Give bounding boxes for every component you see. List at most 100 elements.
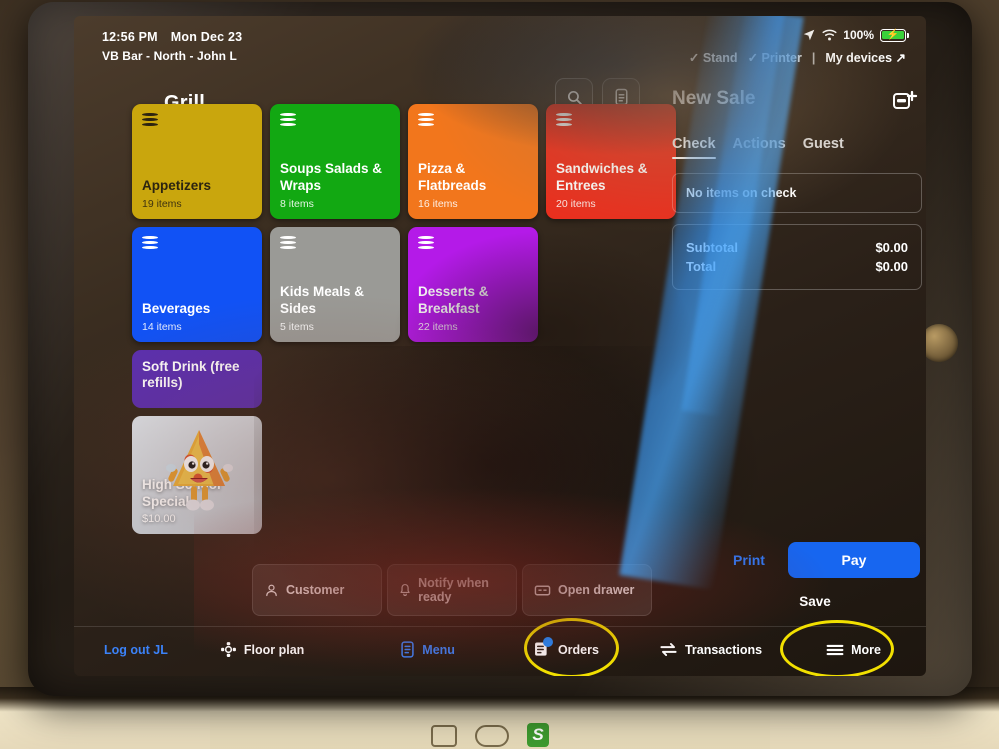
paper-logos: S [431, 723, 549, 747]
check-panel: New Sale Check Actions Guest No items on… [672, 88, 922, 290]
tile-count: 20 items [556, 198, 596, 210]
location-arrow-icon [804, 29, 815, 41]
nav-logout-label: Log out JL [104, 642, 168, 657]
nav-floor-plan-label: Floor plan [243, 642, 305, 657]
empty-check-message: No items on check [672, 173, 922, 213]
item-tile-soft-drink[interactable]: Soft Drink (free refills) [132, 350, 262, 408]
tab-check[interactable]: Check [672, 136, 716, 159]
paper-receipt: S [210, 711, 770, 749]
nav-menu[interactable]: Menu [400, 641, 455, 658]
cash-drawer-icon [534, 585, 551, 595]
stack-icon [556, 113, 572, 127]
subtotal-label: Subtotal [686, 240, 738, 255]
tablet-device: 12:56 PM Mon Dec 23 VB Bar - North - John… [28, 2, 972, 696]
open-drawer-label: Open drawer [558, 583, 635, 597]
print-button[interactable]: Print [710, 552, 788, 568]
tile-name: Appetizers [142, 177, 212, 193]
category-row-3: Soft Drink (free refills) [132, 350, 677, 408]
tile-name: Sandwiches & Entrees [556, 161, 648, 193]
status-bar: 12:56 PM Mon Dec 23 VB Bar - North - John… [102, 28, 910, 78]
battery-percent: 100% [843, 28, 874, 42]
square-logo-icon: S [527, 723, 549, 747]
tile-name: Beverages [142, 300, 211, 316]
pizza-mascot-image [166, 430, 233, 511]
category-tile-appetizers[interactable]: Appetizers 19 items [132, 104, 262, 219]
nav-logout[interactable]: Log out JL [104, 643, 168, 657]
pay-button[interactable]: Pay [788, 542, 920, 578]
category-tile-soups-salads-wraps[interactable]: Soups Salads & Wraps 8 items [270, 104, 400, 219]
contactless-logo-icon [475, 725, 509, 747]
open-drawer-button[interactable]: Open drawer [522, 564, 652, 616]
tile-name: Soups Salads & Wraps [280, 161, 383, 193]
category-grid: Appetizers 19 items Soups Salads & Wraps… [132, 104, 677, 542]
tile-count: 16 items [418, 198, 458, 210]
wifi-icon [822, 29, 837, 40]
clock-date: Mon Dec 23 [170, 30, 243, 44]
category-tile-sandwiches-entrees[interactable]: Sandwiches & Entrees 20 items [546, 104, 676, 219]
new-check-button[interactable] [892, 90, 920, 114]
check-panel-title: New Sale [672, 88, 756, 109]
category-tile-beverages[interactable]: Beverages 14 items [132, 227, 262, 342]
stand-status[interactable]: ✓ Stand [689, 50, 738, 65]
device-status-row: ✓ Stand ✓ Printer | My devices ↗ [689, 50, 906, 66]
annotation-circle-more [780, 620, 894, 676]
tile-name: Desserts & Breakfast [418, 284, 489, 316]
stack-icon [142, 113, 158, 127]
total-label: Total [686, 259, 717, 274]
save-button[interactable]: Save [710, 594, 920, 609]
search-icon [567, 90, 582, 105]
total-row: Total $0.00 [686, 259, 908, 274]
tile-count: 19 items [142, 198, 182, 210]
battery-icon: ⚡ [880, 28, 909, 42]
stack-icon [280, 113, 296, 127]
nav-floor-plan[interactable]: Floor plan [220, 641, 304, 658]
total-value: $0.00 [875, 259, 908, 274]
totals-box: Subtotal $0.00 Total $0.00 [672, 224, 922, 290]
notify-label: Notify when ready [418, 576, 489, 604]
my-devices-link[interactable]: My devices ↗ [825, 50, 906, 65]
status-separator: | [811, 50, 816, 65]
check-tabs: Check Actions Guest [672, 136, 922, 159]
menu-board-icon [401, 641, 414, 658]
bell-icon [400, 583, 410, 596]
customer-button[interactable]: Customer [252, 564, 382, 616]
printer-status[interactable]: ✓ Printer [748, 50, 802, 65]
annotation-circle-orders [524, 618, 619, 676]
notify-when-ready-button[interactable]: Notify when ready [387, 564, 517, 616]
category-row-1: Appetizers 19 items Soups Salads & Wraps… [132, 104, 677, 219]
category-tile-kids-meals-sides[interactable]: Kids Meals & Sides 5 items [270, 227, 400, 342]
customer-label: Customer [286, 583, 345, 597]
nav-menu-label: Menu [422, 642, 455, 657]
stack-icon [418, 236, 434, 250]
tablet-screen: 12:56 PM Mon Dec 23 VB Bar - North - John… [74, 16, 926, 676]
subtotal-row: Subtotal $0.00 [686, 240, 908, 255]
tile-count: 8 items [280, 198, 314, 210]
clock-time: 12:56 PM [102, 30, 158, 44]
nav-transactions[interactable]: Transactions [659, 642, 762, 657]
tile-name: Kids Meals & Sides [280, 284, 365, 316]
tile-count: 5 items [280, 321, 314, 333]
pos-app: 12:56 PM Mon Dec 23 VB Bar - North - John… [74, 16, 926, 676]
category-row-2: Beverages 14 items Kids Meals & Sides 5 … [132, 227, 677, 342]
stack-icon [142, 236, 158, 250]
payment-row: Print Pay [710, 542, 920, 578]
system-indicators: 100% ⚡ [802, 28, 909, 42]
card-logo-icon [431, 725, 457, 747]
action-button-row: Customer Notify when ready Open drawer [252, 564, 652, 616]
nav-transactions-label: Transactions [684, 642, 763, 657]
category-tile-pizza-flatbreads[interactable]: Pizza & Flatbreads 16 items [408, 104, 538, 219]
transactions-icon [660, 643, 677, 656]
new-check-icon [893, 90, 918, 109]
category-row-4: High School Special $10.00 [132, 416, 677, 534]
tile-count: 22 items [418, 321, 458, 333]
item-tile-high-school-special[interactable]: High School Special $10.00 [132, 416, 262, 534]
tile-name: Soft Drink (free refills) [142, 359, 240, 391]
tile-count: 14 items [142, 321, 182, 333]
tab-actions[interactable]: Actions [733, 136, 786, 159]
photo-scene: S 12:56 PM Mon Dec 23 VB Bar - North - Jo… [0, 0, 999, 749]
person-icon [266, 584, 277, 596]
tile-name: Pizza & Flatbreads [418, 161, 487, 193]
clock: 12:56 PM Mon Dec 23 [102, 30, 910, 44]
category-tile-desserts-breakfast[interactable]: Desserts & Breakfast 22 items [408, 227, 538, 342]
tab-guest[interactable]: Guest [803, 136, 844, 159]
